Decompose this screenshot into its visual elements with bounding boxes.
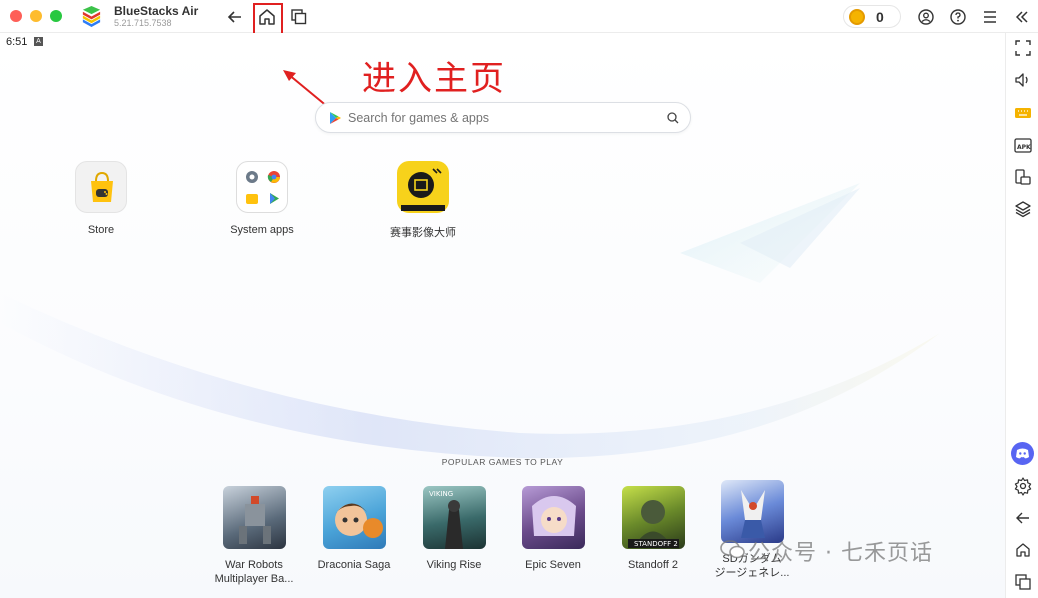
play-store-icon	[330, 112, 341, 124]
svg-text:APK: APK	[1017, 144, 1031, 151]
maximize-window-button[interactable]	[50, 10, 62, 22]
wechat-icon	[720, 540, 745, 559]
store-bag-icon	[75, 161, 127, 213]
coin-icon	[849, 9, 865, 25]
coin-count: 0	[876, 9, 884, 25]
game-thumbnail	[720, 480, 784, 543]
game-label-line2: Multiplayer Ba...	[214, 573, 294, 585]
app-version: 5.21.715.7538	[114, 18, 172, 28]
annotation-label: 进入主页	[362, 59, 506, 99]
volume-icon[interactable]	[1013, 70, 1033, 90]
game-label-line1: War Robots	[225, 559, 283, 571]
game-label: War Robots Multiplayer Ba...	[204, 558, 304, 586]
game-thumbnail	[222, 486, 286, 549]
search-bar[interactable]	[315, 102, 691, 133]
app-video-master[interactable]: 赛事影像大师	[363, 161, 483, 240]
game-label: Viking Rise	[404, 558, 504, 572]
back-icon[interactable]	[1013, 508, 1033, 528]
game-thumbnail: STANDOFF 2	[621, 486, 685, 549]
discord-icon[interactable]	[1011, 442, 1034, 465]
android-home-screen: 6:51 A 进入主页 Store	[0, 33, 1005, 598]
game-label-line1: Draconia Saga	[317, 559, 391, 571]
app-name: BlueStacks Air	[114, 4, 199, 18]
game-tile[interactable]: Draconia Saga	[304, 486, 404, 572]
game-tile[interactable]: War Robots Multiplayer Ba...	[204, 486, 304, 586]
close-window-button[interactable]	[10, 10, 22, 22]
help-icon[interactable]	[947, 6, 969, 28]
rotate-icon[interactable]	[1013, 167, 1033, 187]
game-label: Standoff 2	[603, 558, 703, 572]
game-tile[interactable]: STANDOFF 2 Standoff 2	[603, 486, 703, 572]
home-highlight-box	[253, 3, 283, 35]
game-thumbnail	[521, 486, 585, 549]
status-indicator: A	[34, 37, 43, 46]
game-label-line1: Standoff 2	[628, 559, 678, 571]
title-bar: BlueStacks Air 5.21.715.7538 0	[0, 0, 1038, 35]
account-icon[interactable]	[915, 6, 937, 28]
apk-install-icon[interactable]: APK	[1013, 135, 1033, 155]
game-label-line1: Viking Rise	[426, 559, 482, 571]
settings-icon[interactable]	[1013, 476, 1033, 496]
svg-text:STANDOFF 2: STANDOFF 2	[634, 540, 678, 548]
app-system-apps[interactable]: System apps	[202, 161, 322, 236]
status-time: 6:51	[6, 36, 28, 48]
recent-apps-icon[interactable]	[1013, 572, 1033, 592]
app-label: System apps	[230, 224, 294, 236]
system-apps-folder-icon	[236, 161, 288, 213]
keyboard-icon[interactable]	[1013, 103, 1033, 123]
app-label: 赛事影像大师	[390, 227, 456, 239]
back-arrow-icon[interactable]	[224, 6, 246, 28]
multi-instance-icon[interactable]	[288, 6, 310, 28]
popular-games-heading: POPULAR GAMES TO PLAY	[441, 457, 564, 467]
bluestacks-logo-icon	[82, 5, 101, 28]
collapse-sidebar-icon[interactable]	[1011, 6, 1033, 28]
svg-text:VIKING: VIKING	[429, 490, 453, 498]
menu-icon[interactable]	[979, 6, 1001, 28]
video-master-icon	[397, 161, 449, 213]
search-input[interactable]	[348, 111, 648, 125]
watermark-text: 公众号 · 七禾页话	[748, 541, 933, 566]
game-label: Draconia Saga	[304, 558, 404, 572]
game-label-line1: Epic Seven	[525, 559, 581, 571]
app-store[interactable]: Store	[41, 161, 161, 236]
layers-icon[interactable]	[1013, 199, 1033, 219]
game-label-line2: ジージェネレ...	[714, 567, 790, 579]
game-label: Epic Seven	[503, 558, 603, 572]
home-icon[interactable]	[1013, 540, 1033, 560]
game-tile[interactable]: VIKING Viking Rise	[404, 486, 504, 572]
app-label: Store	[87, 224, 115, 236]
game-tile[interactable]: Epic Seven	[503, 486, 603, 572]
search-icon[interactable]	[666, 111, 680, 125]
fullscreen-icon[interactable]	[1013, 38, 1033, 58]
game-thumbnail	[322, 486, 386, 549]
minimize-window-button[interactable]	[30, 10, 42, 22]
coin-balance[interactable]: 0	[843, 5, 901, 28]
right-sidebar: APK	[1005, 33, 1038, 598]
game-thumbnail: VIKING	[422, 486, 486, 549]
